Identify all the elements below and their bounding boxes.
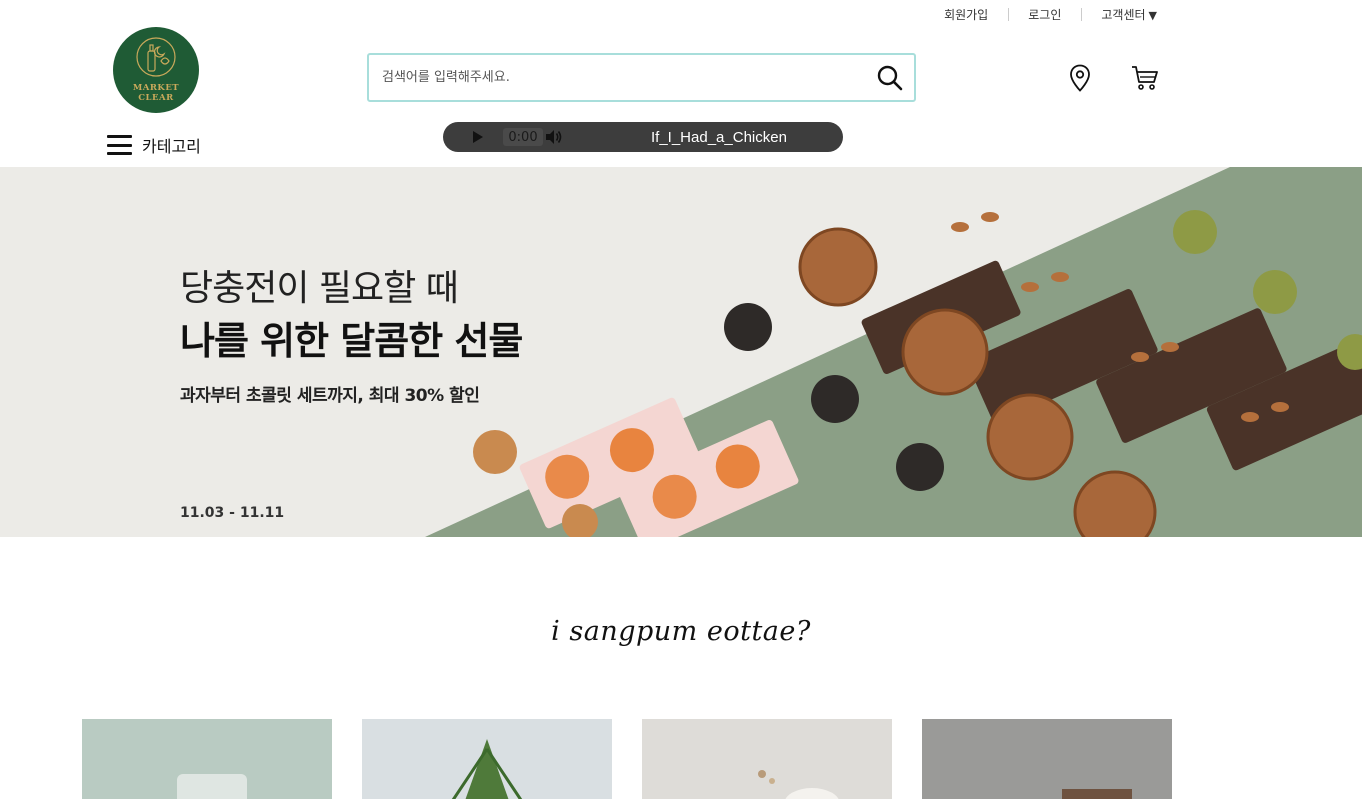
logo-line-2: CLEAR [138, 93, 174, 103]
hero-headline-1: 당충전이 필요할 때 [180, 268, 459, 309]
product-list [82, 719, 1172, 799]
product-image [362, 719, 612, 799]
location-button[interactable] [1067, 63, 1093, 93]
audio-time: 0:00 [503, 128, 543, 146]
search-button[interactable] [866, 55, 914, 100]
product-image [82, 719, 332, 799]
product-card-3[interactable] [642, 719, 892, 799]
section-title: i sangpum eottae? [551, 616, 811, 647]
location-pin-icon [1070, 64, 1090, 92]
audio-player: 0:00 If_I_Had_a_Chicken [443, 122, 843, 152]
category-label: 카테고리 [142, 137, 201, 156]
volume-button[interactable] [545, 129, 563, 145]
product-image [642, 719, 892, 799]
logo-emblem-icon [136, 37, 176, 77]
product-card-1[interactable] [82, 719, 332, 799]
login-link[interactable]: 로그인 [1008, 6, 1081, 23]
utility-nav: 회원가입 로그인 고객센터 ▼ [924, 6, 1157, 23]
search-input[interactable] [369, 55, 866, 100]
hero-headline-2: 나를 위한 달콤한 선물 [180, 319, 523, 363]
hero-banner[interactable]: 당충전이 필요할 때 나를 위한 달콤한 선물 과자부터 초콜릿 세트까지, 최… [0, 167, 1362, 537]
cart-button[interactable] [1130, 63, 1160, 93]
cart-icon [1132, 66, 1158, 90]
caret-down-icon: ▼ [1148, 9, 1157, 22]
track-title: If_I_Had_a_Chicken [651, 128, 787, 146]
signup-link[interactable]: 회원가입 [924, 6, 1008, 23]
logo-text: MARKET CLEAR [133, 83, 179, 103]
category-menu-button[interactable]: 카테고리 [107, 133, 201, 157]
hamburger-icon [107, 135, 132, 155]
product-card-4[interactable] [922, 719, 1172, 799]
hero-date: 11.03 - 11.11 [180, 505, 285, 521]
volume-icon [546, 130, 562, 144]
customer-center-link[interactable]: 고객센터 ▼ [1081, 6, 1157, 23]
search-bar [367, 53, 916, 102]
play-icon[interactable] [473, 131, 483, 143]
hero-subtext: 과자부터 초콜릿 세트까지, 최대 30% 할인 [180, 386, 480, 406]
logo[interactable]: MARKET CLEAR [113, 27, 199, 113]
logo-line-1: MARKET [132, 83, 180, 93]
search-icon [877, 65, 903, 90]
customer-center-label: 고객센터 [1101, 8, 1146, 22]
product-card-2[interactable] [362, 719, 612, 799]
product-image [922, 719, 1172, 799]
